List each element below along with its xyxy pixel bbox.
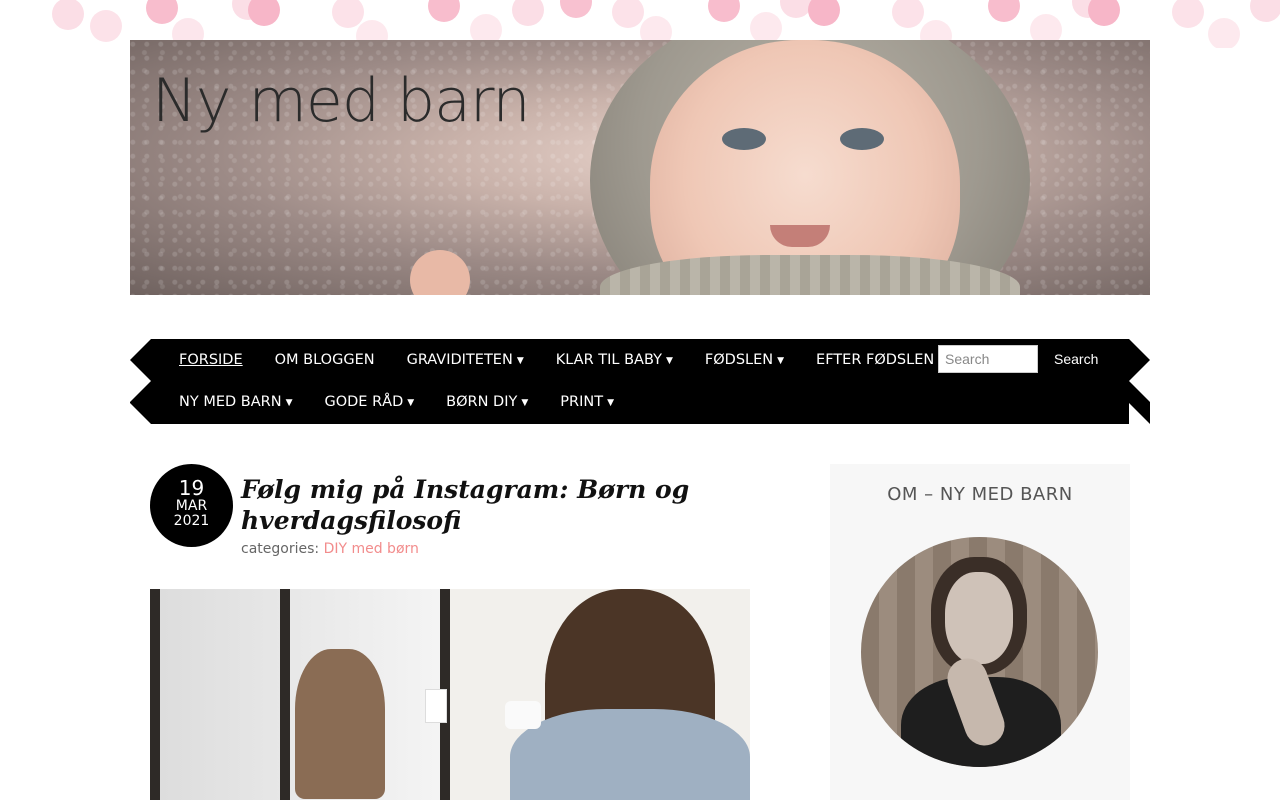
nav-notch bbox=[130, 360, 151, 402]
decor-dot bbox=[146, 0, 178, 24]
nav-item-efter-fodslen[interactable]: EFTER FØDSLEN▼ bbox=[816, 352, 945, 368]
caret-down-icon: ▼ bbox=[607, 398, 615, 408]
decor-dot bbox=[1208, 18, 1240, 48]
decor-dot bbox=[1250, 0, 1280, 22]
decor-dot bbox=[988, 0, 1020, 22]
sidebar-heading: OM – NY MED BARN bbox=[887, 484, 1073, 505]
caret-down-icon: ▼ bbox=[665, 356, 673, 366]
post-date-month: MAR bbox=[175, 498, 208, 514]
decor-dot bbox=[512, 0, 544, 26]
caret-down-icon: ▼ bbox=[407, 398, 415, 408]
decor-dot bbox=[428, 0, 460, 22]
decor-dot bbox=[1172, 0, 1204, 28]
author-avatar bbox=[861, 537, 1098, 767]
nav-item-label: OM BLOGGEN bbox=[274, 352, 375, 368]
search-button[interactable]: Search bbox=[1054, 351, 1098, 367]
nav-item-klar-til-baby[interactable]: KLAR TIL BABY ▼ bbox=[556, 352, 673, 368]
post-title[interactable]: Følg mig på Instagram: Børn og hverdagsf… bbox=[241, 474, 701, 536]
caret-down-icon: ▼ bbox=[521, 398, 529, 408]
nav-item-ny-med-barn[interactable]: NY MED BARN ▼ bbox=[179, 394, 292, 410]
decor-dot bbox=[560, 0, 592, 18]
nav-item-born-diy[interactable]: BØRN DIY ▼ bbox=[446, 394, 528, 410]
post-meta: categories: DIY med børn bbox=[241, 541, 419, 557]
nav-row-1: FORSIDE OM BLOGGEN GRAVIDITETEN ▼ KLAR TI… bbox=[179, 349, 945, 371]
nav-item-graviditeten[interactable]: GRAVIDITETEN ▼ bbox=[407, 352, 524, 368]
nav-item-label: EFTER FØDSLEN bbox=[816, 352, 935, 368]
decor-dot bbox=[808, 0, 840, 26]
banner-baby-eye bbox=[722, 128, 766, 150]
post-date-year: 2021 bbox=[173, 513, 210, 529]
post-date-day: 19 bbox=[178, 476, 205, 500]
image-window-frame bbox=[150, 589, 160, 800]
caret-down-icon: ▼ bbox=[777, 356, 785, 366]
nav-item-label: GRAVIDITETEN bbox=[406, 352, 513, 368]
search-input[interactable] bbox=[938, 345, 1038, 373]
decor-dot bbox=[1088, 0, 1120, 26]
nav-notch bbox=[1129, 339, 1150, 360]
nav-item-label: FØDSLEN bbox=[704, 352, 774, 368]
nav-item-label: PRINT bbox=[560, 394, 604, 410]
post-category-link[interactable]: DIY med børn bbox=[324, 541, 419, 557]
decor-dot bbox=[332, 0, 364, 28]
nav-item-label: FORSIDE bbox=[179, 352, 243, 368]
decor-dot bbox=[892, 0, 924, 28]
nav-item-forside[interactable]: FORSIDE bbox=[179, 352, 243, 368]
caret-down-icon: ▼ bbox=[516, 356, 524, 366]
image-light-switch bbox=[425, 689, 447, 723]
nav-item-om-bloggen[interactable]: OM BLOGGEN bbox=[275, 352, 375, 368]
decor-dot bbox=[708, 0, 740, 22]
image-woman-jacket bbox=[510, 709, 750, 800]
main-navigation: FORSIDE OM BLOGGEN GRAVIDITETEN ▼ KLAR TI… bbox=[130, 339, 1150, 424]
post-featured-image[interactable] bbox=[150, 589, 750, 800]
nav-item-label: KLAR TIL BABY bbox=[555, 352, 662, 368]
decor-dot bbox=[248, 0, 280, 26]
nav-item-label: BØRN DIY bbox=[446, 394, 518, 410]
nav-item-print[interactable]: PRINT ▼ bbox=[560, 394, 614, 410]
search-form: Search bbox=[938, 345, 1098, 373]
nav-notch bbox=[1129, 360, 1150, 402]
caret-down-icon: ▼ bbox=[285, 398, 293, 408]
post-date-badge: 19 MAR 2021 bbox=[150, 464, 233, 547]
nav-notch bbox=[130, 339, 151, 360]
nav-item-gode-raad[interactable]: GODE RÅD ▼ bbox=[324, 394, 414, 410]
post-meta-label: categories: bbox=[241, 541, 324, 557]
decor-dot bbox=[90, 10, 122, 42]
avatar-face bbox=[945, 572, 1013, 664]
image-bag bbox=[295, 649, 385, 799]
sidebar-about-widget: OM – NY MED BARN bbox=[830, 464, 1130, 800]
nav-notch bbox=[1129, 403, 1150, 424]
nav-item-label: NY MED BARN bbox=[179, 394, 282, 410]
nav-row-2: NY MED BARN ▼ GODE RÅD ▼ BØRN DIY ▼ PRINT ▼ bbox=[179, 391, 614, 413]
nav-notch bbox=[130, 403, 151, 424]
decor-dot bbox=[52, 0, 84, 30]
nav-item-fodslen[interactable]: FØDSLEN ▼ bbox=[705, 352, 784, 368]
header-banner[interactable]: Ny med barn bbox=[130, 40, 1150, 295]
image-window-frame bbox=[280, 589, 290, 800]
site-title[interactable]: Ny med barn bbox=[152, 66, 530, 136]
banner-baby-eye bbox=[840, 128, 884, 150]
image-cup bbox=[505, 701, 541, 729]
nav-item-label: GODE RÅD bbox=[324, 394, 404, 410]
decor-dot bbox=[612, 0, 644, 28]
